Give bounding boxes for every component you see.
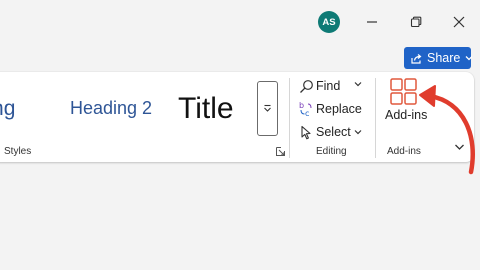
styles-dialog-launcher-icon[interactable] [276, 147, 285, 156]
styles-gallery: ading Heading 2 Title [0, 81, 256, 136]
styles-group-label: Styles [4, 146, 32, 157]
svg-text:c: c [305, 109, 309, 117]
restore-button[interactable] [402, 9, 430, 35]
restore-icon [410, 16, 422, 28]
select-label: Select [316, 125, 351, 139]
style-title[interactable]: Title [178, 81, 234, 136]
svg-text:b: b [299, 101, 304, 110]
group-divider [289, 78, 290, 158]
close-icon [453, 16, 465, 28]
group-divider [375, 78, 376, 158]
share-button[interactable]: Share [404, 47, 473, 69]
find-button[interactable]: Find [298, 76, 340, 96]
account-avatar[interactable]: AS [318, 11, 340, 33]
chevron-down-icon [465, 55, 473, 61]
style-heading-2[interactable]: Heading 2 [70, 81, 152, 136]
find-label: Find [316, 79, 341, 93]
styles-gallery-more-button[interactable] [257, 81, 278, 136]
gallery-expand-icon [264, 104, 271, 112]
replace-label: Replace [316, 102, 362, 116]
search-icon [298, 78, 314, 94]
minimize-button[interactable] [358, 9, 386, 35]
close-button[interactable] [445, 9, 473, 35]
select-button[interactable]: Select [298, 122, 362, 142]
style-heading-1[interactable]: ading [0, 81, 15, 136]
replace-icon: bc [298, 101, 314, 117]
select-dropdown-chevron-icon [354, 129, 362, 135]
add-ins-grid-icon [390, 78, 417, 105]
cursor-arrow-icon [298, 124, 314, 140]
share-label: Share [427, 51, 461, 65]
add-ins-button[interactable] [390, 78, 417, 105]
find-dropdown-chevron-icon[interactable] [354, 81, 362, 87]
replace-button[interactable]: bc Replace [298, 99, 362, 119]
editing-group-label: Editing [316, 146, 347, 157]
minimize-icon [367, 21, 377, 23]
share-icon [410, 52, 423, 65]
annotation-arrow-icon [416, 84, 480, 176]
